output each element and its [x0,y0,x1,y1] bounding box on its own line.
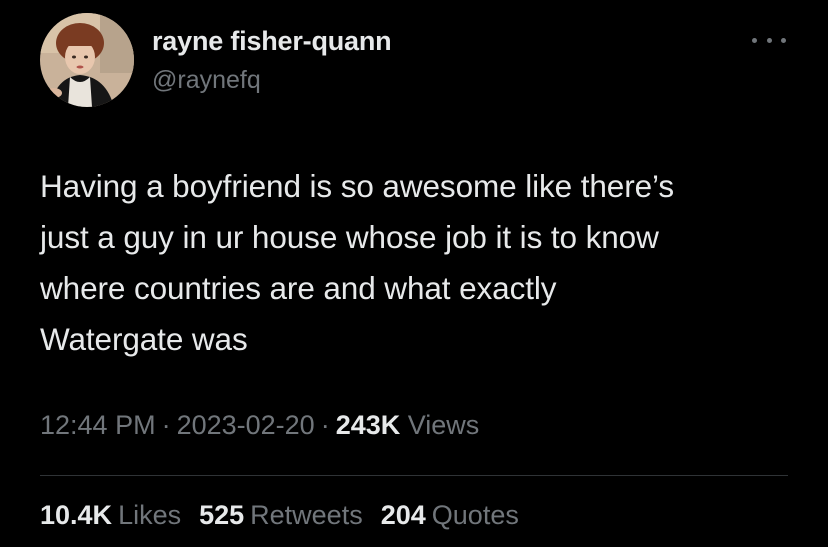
likes-label: Likes [118,500,182,530]
profile-photo-icon [40,13,134,107]
tweet-text-line: Having a boyfriend is so awesome like th… [40,168,674,204]
likes-count: 10.4K [40,500,113,530]
author-name[interactable]: rayne fisher-quann [152,26,392,57]
retweets-count: 525 [199,500,245,530]
likes-stat[interactable]: 10.4K Likes [40,500,181,531]
avatar[interactable] [40,13,134,107]
retweets-stat[interactable]: 525 Retweets [199,500,363,531]
tweet-text-line: Watergate was [40,321,248,357]
ellipsis-icon[interactable] [752,28,786,52]
tweet-text-line: just a guy in ur house whose job it is t… [40,219,659,255]
tweet-text: Having a boyfriend is so awesome like th… [40,161,800,365]
tweet-date[interactable]: 2023-02-20 [177,410,315,440]
retweets-label: Retweets [250,500,363,530]
views-label[interactable]: Views [408,410,480,440]
tweet-meta: 12:44 PM · 2023-02-20 · 243K Views [40,410,479,441]
quotes-stat[interactable]: 204 Quotes [381,500,519,531]
author-handle[interactable]: @raynefq [152,66,261,95]
meta-separator: · [320,410,330,440]
engagement-stats: 10.4K Likes 525 Retweets 204 Quotes [40,500,519,531]
tweet-detail: rayne fisher-quann @raynefq Having a boy… [0,0,828,547]
tweet-text-line: where countries are and what exactly [40,270,557,306]
more-dot [766,37,772,43]
tweet-time[interactable]: 12:44 PM [40,410,156,440]
more-dot [781,37,786,43]
meta-separator: · [161,410,171,440]
more-dot [752,37,757,43]
divider [40,475,788,476]
quotes-label: Quotes [431,500,519,530]
quotes-count: 204 [380,500,426,530]
views-count[interactable]: 243K [336,410,401,440]
